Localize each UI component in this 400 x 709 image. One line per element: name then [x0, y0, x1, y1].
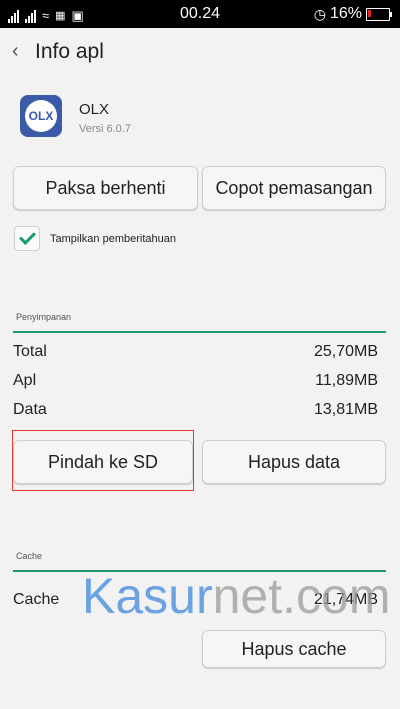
battery-percent: 16% — [329, 5, 362, 22]
page-title: Info apl — [35, 40, 104, 63]
battery-icon — [366, 7, 390, 21]
cache-label: Cache — [13, 591, 60, 608]
cache-value: 21,74MB — [313, 591, 378, 608]
status-icons-right: ◷ 16% — [314, 5, 392, 23]
storage-row-label: Total — [13, 343, 47, 360]
app-version: Versi 6.0.7 — [79, 123, 131, 135]
battery-tip — [390, 11, 392, 17]
back-icon[interactable]: ‹ — [12, 40, 19, 63]
cache-section-label: Cache — [16, 551, 43, 561]
highlight-box — [12, 430, 194, 491]
storage-row-value: 25,70MB — [313, 343, 378, 360]
clear-cache-button[interactable]: Hapus cache — [202, 630, 386, 668]
alarm-icon: ◷ — [313, 5, 326, 22]
clear-data-button[interactable]: Hapus data — [202, 440, 386, 484]
cache-divider — [13, 570, 386, 572]
uninstall-button[interactable]: Copot pemasangan — [202, 166, 386, 210]
notifications-checkbox[interactable] — [14, 226, 40, 251]
watermark-part1: Kasur — [82, 568, 213, 624]
storage-divider — [13, 331, 386, 333]
storage-row-value: 13,81MB — [313, 401, 378, 418]
status-bar: ≈ ▦ ▣ 00.24 ◷ 16% — [0, 0, 400, 28]
storage-row-value: 11,89MB — [315, 372, 378, 389]
force-stop-button[interactable]: Paksa berhenti — [13, 166, 198, 210]
app-name: OLX — [79, 101, 110, 118]
olx-logo: OLX — [25, 100, 57, 132]
notifications-label: Tampilkan pemberitahuan — [50, 233, 176, 245]
storage-section-label: Penyimpanan — [16, 312, 72, 322]
app-icon: OLX — [20, 95, 62, 137]
storage-row-label: Data — [13, 401, 47, 418]
storage-row-label: Apl — [13, 372, 37, 389]
check-icon — [19, 228, 36, 245]
app-header: ‹ Info apl — [0, 28, 400, 78]
